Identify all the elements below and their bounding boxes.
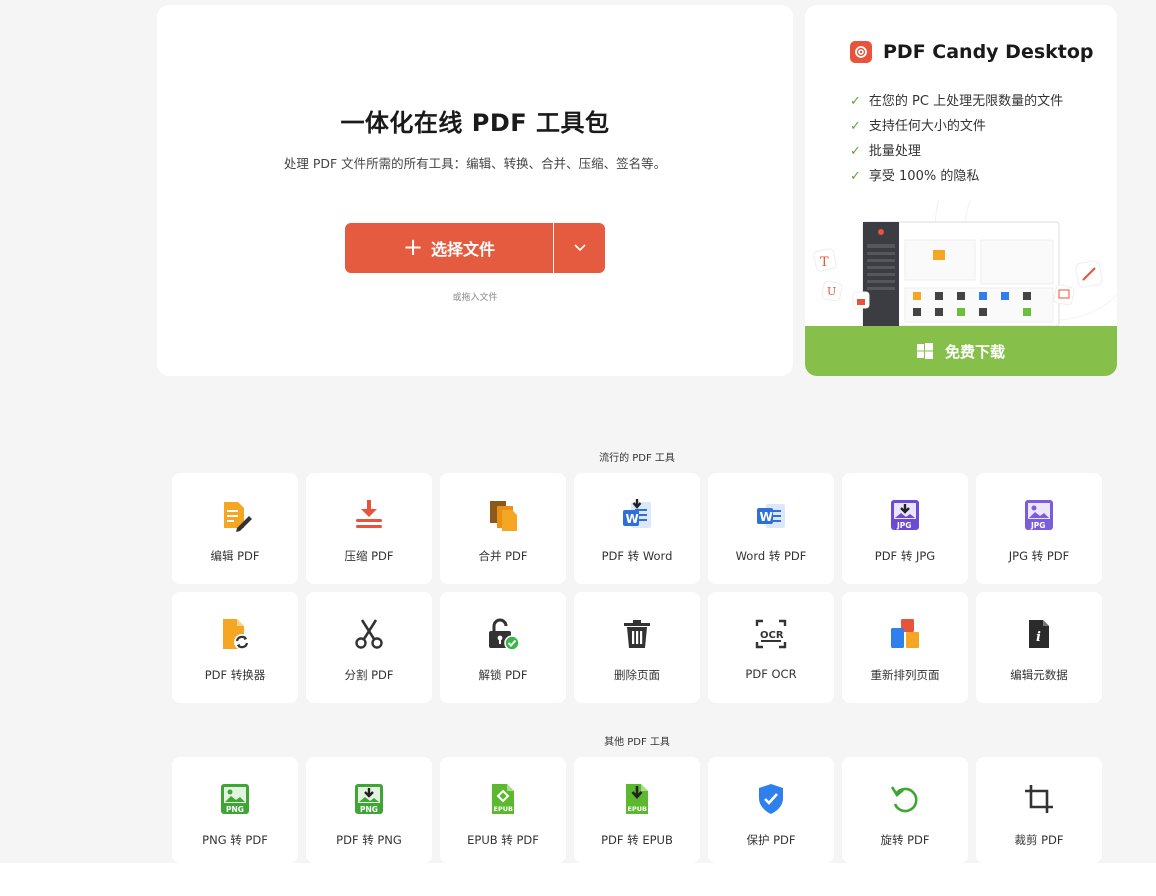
promo-header: PDF Candy Desktop <box>850 41 1094 63</box>
svg-text:W: W <box>626 512 639 526</box>
tool-pdf-converter[interactable]: PDF 转换器 <box>172 592 298 703</box>
crop-icon <box>1022 782 1056 816</box>
page-subtitle: 处理 PDF 文件所需的所有工具：编辑、转换、合并、压缩、签名等。 <box>283 156 667 171</box>
promo-title: PDF Candy Desktop <box>883 41 1094 63</box>
tool-protect-pdf[interactable]: 保护 PDF <box>708 757 834 863</box>
promo-feature: ✓ 享受 100% 的隐私 <box>850 164 1063 189</box>
tool-edit-metadata[interactable]: i 编辑元数据 <box>976 592 1102 703</box>
check-icon: ✓ <box>850 144 861 159</box>
pdf-to-epub-icon: EPUB <box>620 782 654 816</box>
ocr-icon: OCR <box>754 617 788 651</box>
svg-text:PNG: PNG <box>360 805 378 814</box>
tool-delete-pages[interactable]: 删除页面 <box>574 592 700 703</box>
tool-compress-pdf[interactable]: 压缩 PDF <box>306 473 432 584</box>
svg-text:EPUB: EPUB <box>494 805 513 813</box>
choose-file-button[interactable]: + 选择文件 <box>345 223 553 273</box>
popular-tools-heading: 流行的 PDF 工具 <box>599 453 675 464</box>
free-download-button[interactable]: 免费下载 <box>805 326 1117 376</box>
promo-feature: ✓ 批量处理 <box>850 139 1063 164</box>
svg-text:JPG: JPG <box>896 521 911 530</box>
check-icon: ✓ <box>850 169 861 184</box>
free-download-label: 免费下载 <box>944 342 1005 361</box>
tool-merge-pdf[interactable]: 合并 PDF <box>440 473 566 584</box>
epub-to-pdf-icon: EPUB <box>486 782 520 816</box>
pdf-candy-logo-icon <box>850 41 872 63</box>
pdf-to-jpg-icon: JPG <box>888 498 922 532</box>
edit-pdf-icon <box>218 498 252 532</box>
svg-text:i: i <box>1036 630 1041 645</box>
pdf-to-png-icon: PNG <box>352 782 386 816</box>
upload-source-dropdown[interactable] <box>554 223 605 273</box>
pdf-to-word-icon: W <box>620 498 654 532</box>
tool-split-pdf[interactable]: 分割 PDF <box>306 592 432 703</box>
trash-icon <box>620 617 654 651</box>
unlock-icon <box>486 617 520 651</box>
jpg-to-pdf-icon: JPG <box>1022 498 1056 532</box>
popular-tools-grid: 编辑 PDF 压缩 PDF 合并 PDF W PDF 转 Word W Word… <box>172 473 1102 703</box>
tool-epub-to-pdf[interactable]: EPUB EPUB 转 PDF <box>440 757 566 863</box>
png-to-pdf-icon: PNG <box>218 782 252 816</box>
svg-text:JPG: JPG <box>1030 521 1045 530</box>
tool-crop-pdf[interactable]: 裁剪 PDF <box>976 757 1102 863</box>
bottom-strip <box>0 863 1156 896</box>
tool-jpg-to-pdf[interactable]: JPG JPG 转 PDF <box>976 473 1102 584</box>
upload-card: 一体化在线 PDF 工具包 处理 PDF 文件所需的所有工具：编辑、转换、合并、… <box>157 5 793 376</box>
tool-pdf-to-epub[interactable]: EPUB PDF 转 EPUB <box>574 757 700 863</box>
upload-button-group: + 选择文件 <box>345 223 605 273</box>
tool-unlock-pdf[interactable]: 解锁 PDF <box>440 592 566 703</box>
tool-pdf-ocr[interactable]: OCR PDF OCR <box>708 592 834 703</box>
plus-icon: + <box>402 232 424 261</box>
svg-text:EPUB: EPUB <box>628 805 647 813</box>
other-tools-grid: PNG PNG 转 PDF PNG PDF 转 PNG EPUB EPUB 转 … <box>172 757 1102 863</box>
tool-edit-pdf[interactable]: 编辑 PDF <box>172 473 298 584</box>
desktop-promo-card: PDF Candy Desktop ✓ 在您的 PC 上处理无限数量的文件 ✓ 支持… <box>805 5 1117 376</box>
svg-text:W: W <box>760 510 773 524</box>
check-icon: ✓ <box>850 94 861 109</box>
pdf-converter-icon <box>218 617 252 651</box>
svg-text:OCR: OCR <box>760 630 784 641</box>
chevron-down-icon <box>573 244 586 252</box>
other-tools-heading: 其他 PDF 工具 <box>604 737 670 748</box>
tool-rotate-pdf[interactable]: 旋转 PDF <box>842 757 968 863</box>
word-to-pdf-icon: W <box>754 498 788 532</box>
tool-pdf-to-png[interactable]: PNG PDF 转 PNG <box>306 757 432 863</box>
windows-icon <box>916 343 933 359</box>
promo-feature-list: ✓ 在您的 PC 上处理无限数量的文件 ✓ 支持任何大小的文件 ✓ 批量处理 ✓ 享受 … <box>850 89 1063 189</box>
promo-feature: ✓ 在您的 PC 上处理无限数量的文件 <box>850 89 1063 114</box>
rearrange-icon <box>888 617 922 651</box>
tool-word-to-pdf[interactable]: W Word 转 PDF <box>708 473 834 584</box>
compress-pdf-icon <box>352 498 386 532</box>
tool-pdf-to-word[interactable]: W PDF 转 Word <box>574 473 700 584</box>
rotate-icon <box>888 782 922 816</box>
promo-feature: ✓ 支持任何大小的文件 <box>850 114 1063 139</box>
tool-pdf-to-jpg[interactable]: JPG PDF 转 JPG <box>842 473 968 584</box>
desktop-app-illustration: T U <box>813 200 1117 326</box>
page-title: 一体化在线 PDF 工具包 <box>340 109 610 137</box>
svg-text:T: T <box>820 255 829 270</box>
svg-text:U: U <box>827 285 836 298</box>
merge-pdf-icon <box>486 498 520 532</box>
tool-png-to-pdf[interactable]: PNG PNG 转 PDF <box>172 757 298 863</box>
svg-text:PNG: PNG <box>226 805 244 814</box>
choose-file-label: 选择文件 <box>431 240 496 259</box>
metadata-icon: i <box>1022 617 1056 651</box>
scissors-icon <box>352 617 386 651</box>
drop-hint: 或拖入文件 <box>452 293 498 303</box>
check-icon: ✓ <box>850 119 861 134</box>
tool-rearrange-pages[interactable]: 重新排列页面 <box>842 592 968 703</box>
shield-icon <box>754 782 788 816</box>
